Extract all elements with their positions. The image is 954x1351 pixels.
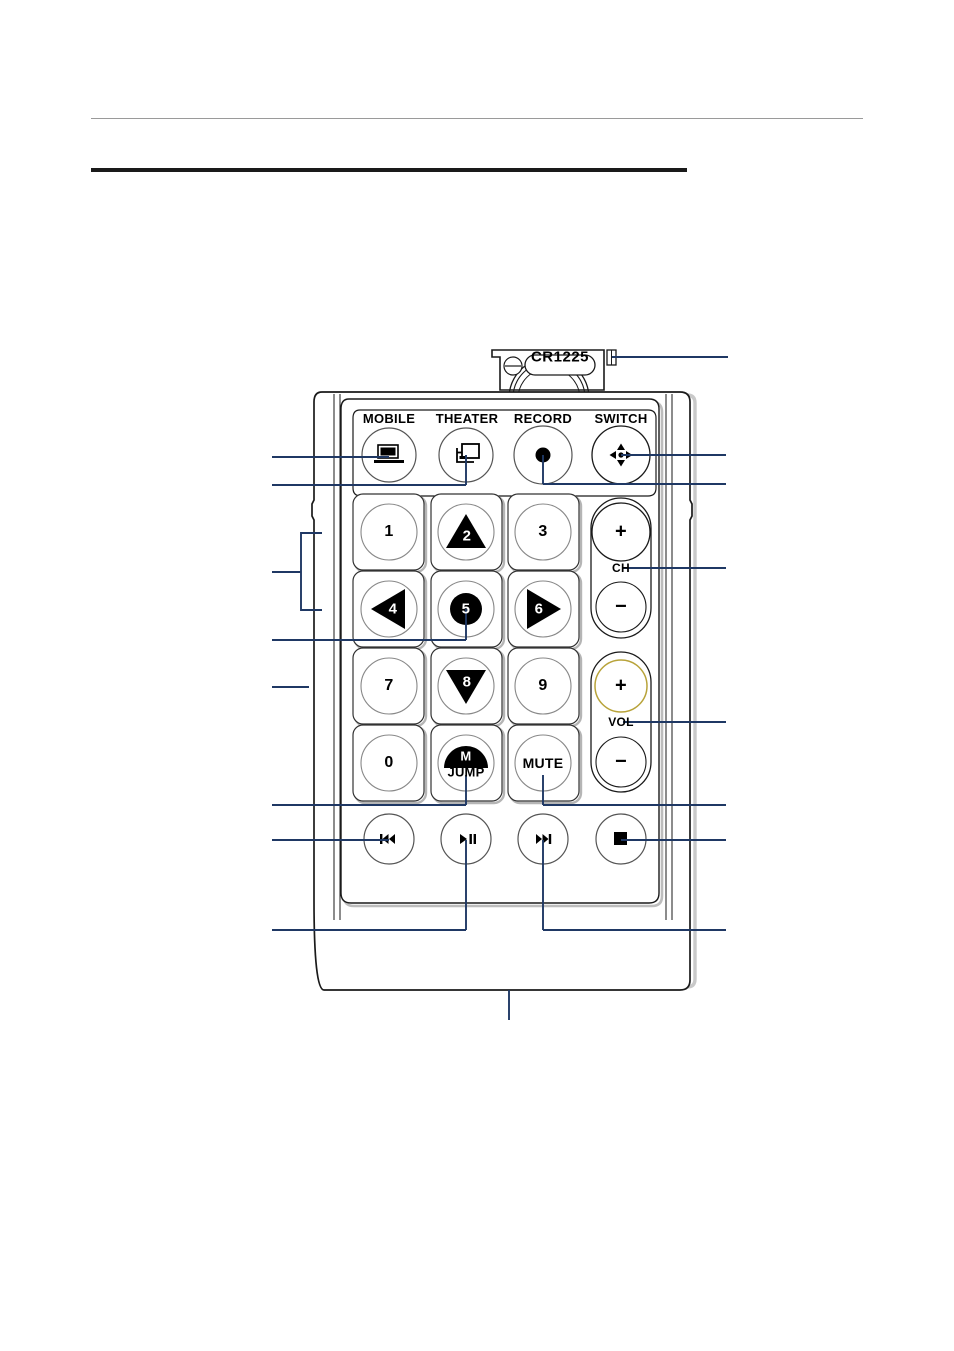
vol-rocker-label: VOL (608, 715, 634, 729)
vol-minus-sign: − (615, 750, 627, 773)
key-mute-label: MUTE (522, 755, 564, 771)
stop-square-icon (614, 832, 627, 845)
remote-control-figure (0, 0, 954, 1351)
key-0-label: 0 (384, 754, 394, 771)
ch-plus-sign: + (615, 520, 627, 543)
battery-label: CR1225 (530, 348, 590, 366)
switch-section-label: SWITCH (594, 411, 648, 426)
key-4-label: 4 (388, 600, 398, 618)
theater-section-label: THEATER (435, 411, 499, 426)
key-8-label: 8 (462, 673, 472, 691)
key-9-label: 9 (538, 677, 548, 694)
key-jump-marker-label: M (460, 748, 472, 764)
record-section-label: RECORD (513, 411, 573, 426)
key-5-label: 5 (461, 600, 471, 618)
key-6 (507, 570, 583, 651)
mobile-section-label: MOBILE (362, 411, 416, 426)
key-3-label: 3 (538, 523, 548, 540)
key-jump-label: JUMP (447, 764, 485, 780)
key-2-label: 2 (462, 527, 472, 545)
key-6-label: 6 (534, 600, 544, 618)
key-1-label: 1 (384, 523, 394, 540)
ch-rocker-label: CH (612, 561, 630, 575)
key-7-label: 7 (384, 677, 394, 694)
vol-plus-sign: + (615, 674, 627, 697)
page-root: CR1225 MOBILE THEATER RECORD SWITCH 1 2 … (0, 0, 954, 1351)
ch-minus-sign: − (615, 595, 627, 618)
